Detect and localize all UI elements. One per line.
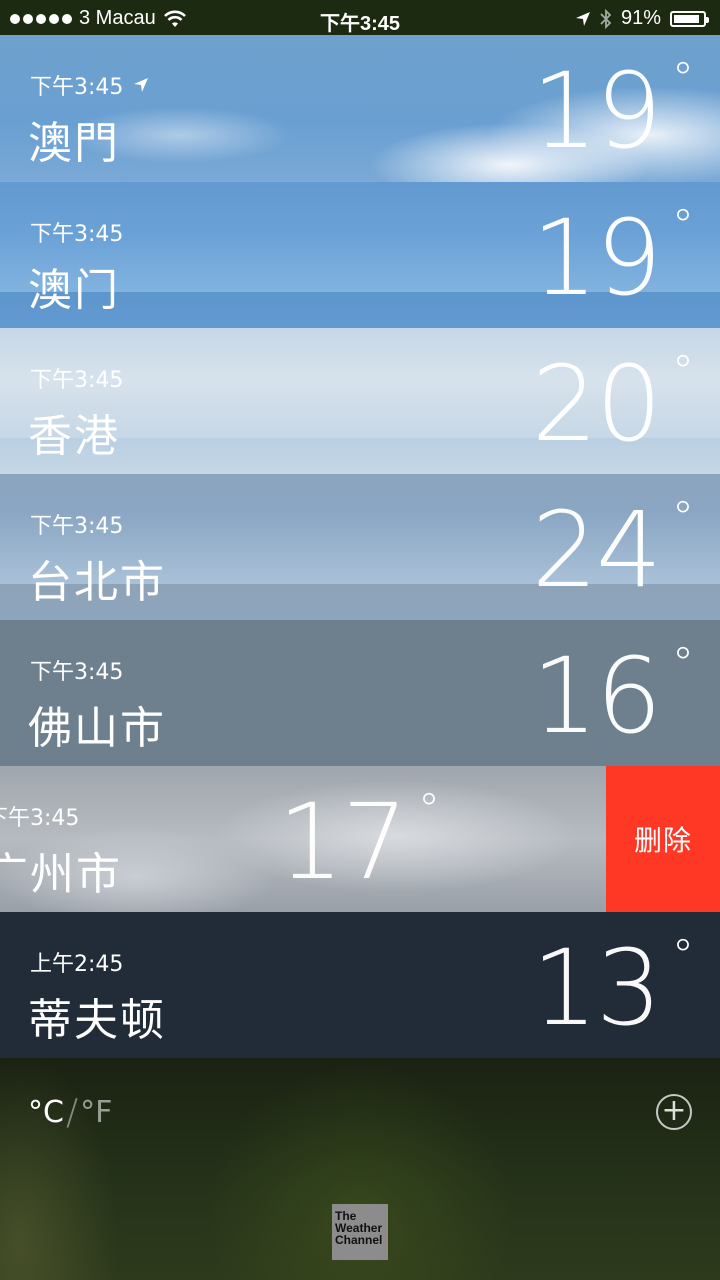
battery-icon: [670, 10, 709, 27]
city-temperature: 17: [277, 781, 408, 903]
city-time: 上午2:45: [30, 952, 124, 977]
unit-toggle[interactable]: °C / °F: [28, 1092, 112, 1133]
current-location-icon: [134, 78, 149, 92]
degree-symbol: °: [672, 638, 694, 689]
city-name: 蒂夫顿: [28, 995, 166, 1046]
city-name: 澳门: [28, 265, 120, 316]
degree-symbol: °: [418, 784, 440, 835]
footer: °C / °F + The Weather Channel: [0, 1058, 720, 1280]
weather-channel-logo[interactable]: The Weather Channel: [332, 1204, 388, 1260]
city-time: 下午3:45: [30, 368, 124, 393]
city-temperature: 19: [531, 50, 662, 172]
swiped-row-content[interactable]: 下午3:45 广州市 17 °: [0, 766, 606, 912]
plus-circle-icon: +: [661, 1092, 687, 1128]
city-name: 台北市: [28, 557, 166, 608]
city-row-tifton[interactable]: 上午2:45 蒂夫顿 13 °: [0, 912, 720, 1058]
city-name: 香港: [28, 411, 120, 462]
bluetooth-icon: [600, 8, 612, 29]
city-row-taipei[interactable]: 下午3:45 台北市 24 °: [0, 474, 720, 620]
battery-level: [674, 14, 700, 23]
city-row-hong-kong[interactable]: 下午3:45 香港 20 °: [0, 328, 720, 474]
battery-percent: 91%: [620, 7, 661, 29]
city-name: 佛山市: [28, 703, 166, 754]
city-row-macau-trad[interactable]: 下午3:45 澳門 19 °: [0, 35, 720, 182]
city-time: 下午3:45: [30, 514, 124, 539]
location-arrow-icon: [575, 11, 590, 26]
city-temperature: 24: [531, 489, 662, 611]
city-time-row: 下午3:45: [30, 69, 149, 101]
status-right: 91%: [575, 7, 709, 30]
city-temperature: 19: [531, 197, 662, 319]
degree-symbol: °: [672, 346, 694, 397]
city-row-macau-simp[interactable]: 下午3:45 澳门 19 °: [0, 182, 720, 328]
status-bar: 3 Macau 下午3:45 91%: [0, 0, 720, 38]
degree-symbol: °: [672, 492, 694, 543]
city-name: 澳門: [28, 118, 120, 169]
city-time: 下午3:45: [30, 660, 124, 685]
unit-separator: /: [65, 1092, 79, 1133]
degree-symbol: °: [672, 930, 694, 981]
city-name: 广州市: [0, 849, 122, 900]
city-temperature: 13: [531, 927, 662, 1049]
city-time: 下午3:45: [30, 75, 124, 100]
city-temperature: 20: [531, 343, 662, 465]
celsius-option[interactable]: °C: [28, 1095, 64, 1130]
degree-symbol: °: [672, 53, 694, 104]
fahrenheit-option[interactable]: °F: [80, 1095, 112, 1130]
city-row-foshan[interactable]: 下午3:45 佛山市 16 °: [0, 620, 720, 766]
city-row-guangzhou-swiped[interactable]: 下午3:45 广州市 17 ° 删除: [0, 766, 720, 912]
delete-button[interactable]: 删除: [606, 766, 720, 912]
city-temperature: 16: [531, 635, 662, 757]
degree-symbol: °: [672, 200, 694, 251]
add-city-button[interactable]: +: [656, 1094, 692, 1130]
city-time: 下午3:45: [30, 222, 124, 247]
city-time: 下午3:45: [0, 806, 80, 831]
